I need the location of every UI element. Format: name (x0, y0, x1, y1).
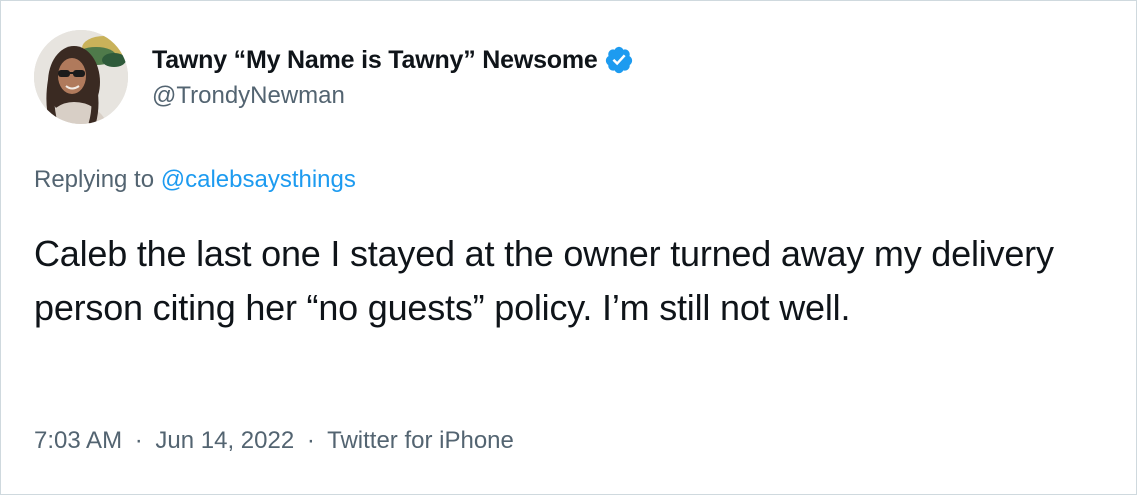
author-name-row[interactable]: Tawny “My Name is Tawny” Newsome (152, 42, 634, 78)
reply-mention-link[interactable]: @calebsaysthings (161, 166, 356, 193)
meta-separator: · (306, 427, 315, 454)
verified-badge-icon (604, 45, 634, 75)
profile-avatar[interactable] (34, 30, 128, 124)
tweet-time-link[interactable]: 7:03 AM (34, 427, 122, 454)
meta-separator: · (134, 427, 143, 454)
avatar-image (34, 30, 128, 124)
tweet-text: Caleb the last one I stayed at the owner… (34, 233, 1054, 328)
tweet-card: Tawny “My Name is Tawny” Newsome @Trondy… (0, 0, 1137, 495)
tweet-source-link[interactable]: Twitter for iPhone (327, 427, 514, 454)
replying-to-label: Replying to (34, 166, 155, 193)
tweet-date-link[interactable]: Jun 14, 2022 (155, 427, 294, 454)
author-handle[interactable]: @TrondyNewman (152, 82, 345, 110)
tweet-meta: 7:03 AM · Jun 14, 2022 · Twitter for iPh… (34, 427, 514, 455)
author-display-name[interactable]: Tawny “My Name is Tawny” Newsome (152, 46, 598, 75)
replying-to-line: Replying to @calebsaysthings (34, 166, 356, 194)
